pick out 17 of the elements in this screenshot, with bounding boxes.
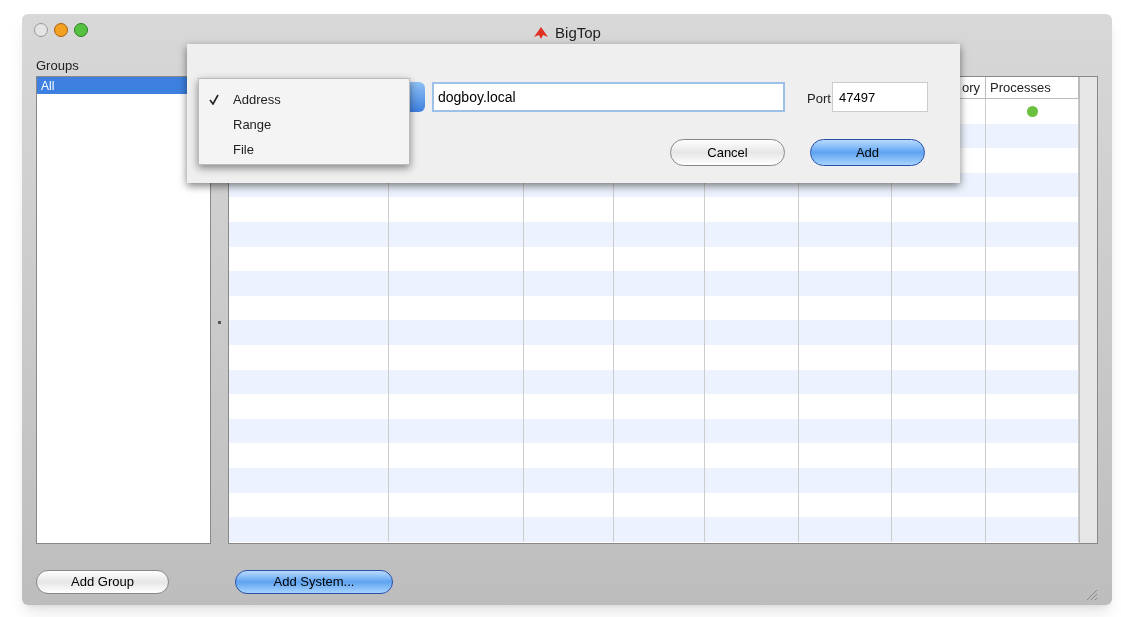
- resize-grip-icon[interactable]: [1084, 587, 1098, 601]
- groups-label: Groups: [36, 57, 80, 74]
- menu-item[interactable]: File: [199, 137, 409, 162]
- zoom-button[interactable]: [74, 23, 88, 37]
- cancel-button[interactable]: Cancel: [670, 139, 785, 166]
- close-button[interactable]: [34, 23, 48, 37]
- splitter-handle[interactable]: [217, 321, 221, 324]
- tent-icon: [533, 26, 550, 41]
- menu-item[interactable]: Range: [199, 112, 409, 137]
- add-button[interactable]: Add: [810, 139, 925, 166]
- minimize-button[interactable]: [54, 23, 68, 37]
- address-field[interactable]: dogboy.local: [432, 82, 785, 112]
- port-label: Port: [807, 90, 831, 108]
- add-system-button[interactable]: Add System...: [235, 570, 393, 594]
- window-title: BigTop: [555, 23, 601, 43]
- add-group-button[interactable]: Add Group: [36, 570, 169, 594]
- port-field[interactable]: 47497: [832, 82, 928, 112]
